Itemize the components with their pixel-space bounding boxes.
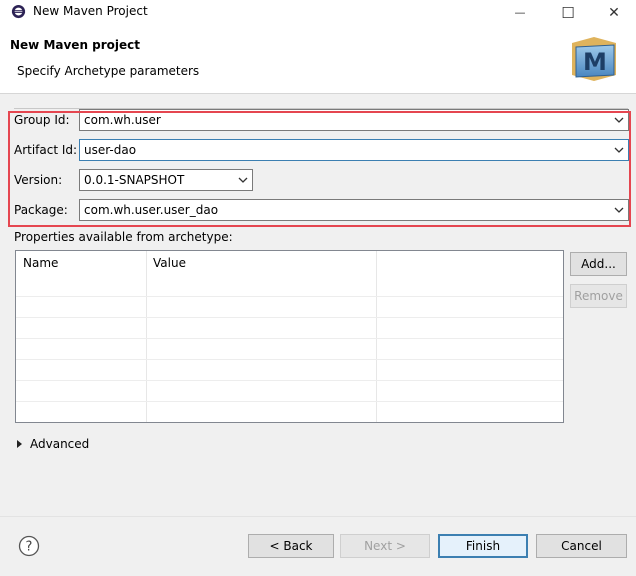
dialog-window: New Maven Project — ☐ ✕ New Maven projec… — [0, 0, 636, 576]
column-separator — [146, 251, 147, 422]
back-button[interactable]: < Back — [248, 534, 334, 558]
table-header: Name Value — [16, 251, 563, 275]
column-header-name[interactable]: Name — [16, 251, 146, 275]
table-row-line — [16, 317, 563, 318]
maven-logo-icon: M — [572, 37, 616, 81]
window-title: New Maven Project — [33, 4, 148, 18]
add-property-button[interactable]: Add... — [570, 252, 627, 276]
group-id-combo[interactable]: com.wh.user — [79, 109, 629, 131]
svg-text:?: ? — [26, 540, 33, 555]
expand-triangle-icon — [17, 440, 22, 448]
properties-table[interactable]: Name Value — [15, 250, 564, 423]
cancel-button[interactable]: Cancel — [536, 534, 627, 558]
eclipse-app-icon — [11, 4, 26, 19]
package-label: Package: — [14, 203, 68, 217]
remove-property-button[interactable]: Remove — [570, 284, 627, 308]
properties-label: Properties available from archetype: — [14, 230, 233, 244]
table-row-line — [16, 296, 563, 297]
advanced-toggle[interactable]: Advanced — [16, 437, 89, 451]
finish-button[interactable]: Finish — [438, 534, 528, 558]
page-subtitle: Specify Archetype parameters — [17, 64, 200, 78]
table-row-line — [16, 338, 563, 339]
table-row-line — [16, 359, 563, 360]
version-combo[interactable]: 0.0.1-SNAPSHOT — [79, 169, 253, 191]
dropdown-arrow-icon[interactable] — [613, 204, 625, 216]
maximize-button[interactable]: ☐ — [545, 0, 591, 25]
wizard-header: New Maven project Specify Archetype para… — [0, 25, 636, 94]
package-combo[interactable]: com.wh.user.user_dao — [79, 199, 629, 221]
group-id-value: com.wh.user — [84, 113, 161, 127]
minimize-icon: — — [514, 6, 526, 19]
table-row-line — [16, 380, 563, 381]
page-title: New Maven project — [10, 38, 141, 52]
close-icon: ✕ — [608, 4, 620, 21]
table-row-line — [16, 401, 563, 402]
group-id-label: Group Id: — [14, 113, 70, 127]
close-button[interactable]: ✕ — [591, 0, 636, 25]
column-header-value[interactable]: Value — [146, 251, 376, 275]
dropdown-arrow-icon[interactable] — [237, 174, 249, 186]
advanced-label: Advanced — [30, 437, 90, 451]
package-value: com.wh.user.user_dao — [84, 203, 219, 217]
next-button[interactable]: Next > — [340, 534, 430, 558]
footer-separator — [0, 516, 636, 517]
dropdown-arrow-icon[interactable] — [613, 114, 625, 126]
artifact-id-combo[interactable]: user-dao — [79, 139, 629, 161]
artifact-id-value: user-dao — [84, 143, 137, 157]
dropdown-arrow-icon[interactable] — [613, 144, 625, 156]
artifact-id-label: Artifact Id: — [14, 143, 78, 157]
version-value: 0.0.1-SNAPSHOT — [84, 173, 185, 187]
help-icon[interactable]: ? — [18, 535, 40, 557]
minimize-button[interactable]: — — [497, 0, 543, 25]
maximize-icon: ☐ — [561, 3, 575, 22]
version-label: Version: — [14, 173, 63, 187]
column-separator — [376, 251, 377, 422]
maven-logo-letter: M — [583, 48, 607, 76]
title-bar: New Maven Project — ☐ ✕ — [0, 0, 636, 25]
